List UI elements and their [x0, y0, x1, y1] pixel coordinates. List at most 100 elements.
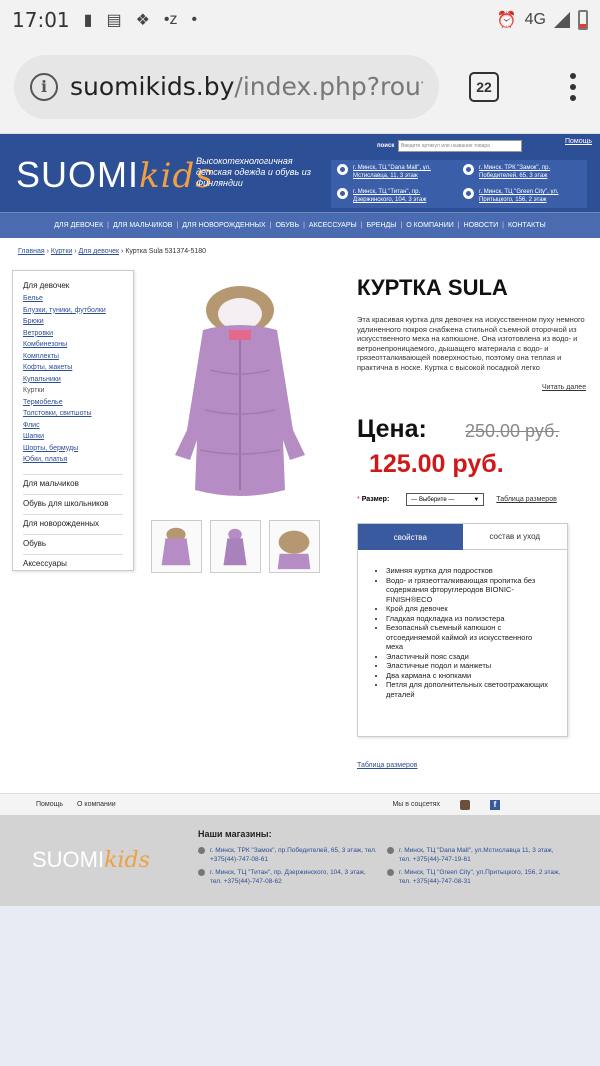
- footer-logo-text: SUOMI: [32, 847, 105, 872]
- size-select-value: — Выберите —: [411, 496, 455, 503]
- breadcrumb-current: Куртка Sula 531374-5180: [125, 248, 207, 255]
- sidebar-item-accessories[interactable]: Аксессуары: [23, 553, 123, 572]
- address-bar[interactable]: i suomikids.by/index.php?rout: [14, 54, 439, 119]
- tagline: Высокотехнологичная детская одежда и обу…: [196, 156, 311, 188]
- search-input[interactable]: Введите артикул или название товара: [398, 140, 522, 152]
- sale-price: 125.00 руб.: [369, 450, 504, 478]
- alert-icon: ▮: [83, 12, 93, 29]
- tab-switcher-button[interactable]: 22: [469, 71, 499, 102]
- category-sidebar: Для девочек Белье Блузки, туники, футбол…: [12, 270, 134, 571]
- notification-icons: ▮ ▤ ❖ •z •: [84, 10, 198, 30]
- sidebar-subitem[interactable]: Купальники: [23, 374, 123, 386]
- nav-news[interactable]: НОВОСТИ: [464, 222, 499, 229]
- sidebar-subitem[interactable]: Флис: [23, 420, 123, 432]
- required-marker: *: [357, 496, 360, 503]
- map-pin-icon: [198, 869, 205, 876]
- breadcrumb-jackets[interactable]: Куртки: [51, 248, 72, 255]
- sidebar-subitem[interactable]: Ветровки: [23, 328, 123, 340]
- sidebar-subitem[interactable]: Кофты, жакеты: [23, 362, 123, 374]
- main-content: Для девочек Белье Блузки, туники, футбол…: [0, 265, 600, 793]
- tab-properties[interactable]: свойства: [358, 524, 463, 550]
- list-item: Эластичные подол и манжеты: [386, 661, 551, 671]
- nav-contacts[interactable]: КОНТАКТЫ: [508, 222, 546, 229]
- product-thumbnail[interactable]: [269, 520, 320, 573]
- map-pin-icon: [337, 188, 348, 199]
- footer-logo[interactable]: SUOMIkids: [32, 847, 150, 873]
- sidebar-item-girls[interactable]: Для девочек: [23, 281, 123, 290]
- price-label: Цена:: [357, 415, 427, 443]
- sidebar-item-boys[interactable]: Для мальчиков: [23, 473, 123, 492]
- header-store-link[interactable]: г. Минск, ТЦ "Dana Mall", ул. Мстиславца…: [333, 164, 443, 180]
- footer-about-link[interactable]: О компании: [77, 801, 116, 808]
- battery-icon: [578, 10, 588, 30]
- nav-shoes[interactable]: ОБУВЬ: [275, 222, 299, 229]
- message-icon: ▤: [106, 12, 122, 29]
- facebook-icon[interactable]: f: [490, 799, 500, 810]
- app-icon: •z: [163, 11, 178, 28]
- network-type: 4G: [524, 11, 546, 28]
- read-more-link[interactable]: Читать далее: [542, 384, 586, 391]
- site-logo[interactable]: SUOMIkids: [16, 154, 214, 196]
- size-label: Размер:: [361, 496, 390, 503]
- sidebar-subitem[interactable]: Шорты, бермуды: [23, 443, 123, 455]
- nav-about[interactable]: О КОМПАНИИ: [406, 222, 453, 229]
- breadcrumb: Главная › Куртки › Для девочек › Куртка …: [18, 248, 207, 255]
- tab-composition-care[interactable]: состав и уход: [462, 524, 567, 550]
- header-store-link[interactable]: г. Минск, ТЦ "Green City", ул. Притыцког…: [459, 188, 569, 204]
- header-store-link[interactable]: г. Минск, ТЦ "Титан", пр. Дзержинского, …: [333, 188, 443, 204]
- sidebar-subitem[interactable]: Блузки, туники, футболки: [23, 305, 123, 317]
- web-page: SUOMIkids Высокотехнологичная детская од…: [0, 134, 600, 906]
- status-bar: 17:01 ▮ ▤ ❖ •z • ⏰ 4G: [0, 0, 600, 40]
- breadcrumb-girls[interactable]: Для девочек: [79, 248, 120, 255]
- signal-icon: [554, 12, 570, 28]
- instagram-icon[interactable]: [460, 799, 470, 810]
- nav-accessories[interactable]: АКСЕССУАРЫ: [309, 222, 357, 229]
- sidebar-subitem[interactable]: Шапки: [23, 431, 123, 443]
- footsteps-icon: ❖: [135, 12, 150, 29]
- sidebar-subitem[interactable]: Комплекты: [23, 351, 123, 363]
- list-item: Гладкая подкладка из полиэстера: [386, 614, 551, 624]
- help-link[interactable]: Помощь: [565, 138, 592, 145]
- nav-brands[interactable]: БРЕНДЫ: [367, 222, 397, 229]
- map-pin-icon: [463, 188, 474, 199]
- bottom-size-table-link[interactable]: Таблица размеров: [357, 762, 418, 769]
- sidebar-subitem[interactable]: Брюки: [23, 316, 123, 328]
- product-thumbnail[interactable]: [151, 520, 202, 573]
- footer-help-link[interactable]: Помощь: [36, 801, 63, 808]
- footer-store: г. Минск, ТРК "Замок", пр.Победителей, 6…: [198, 847, 378, 864]
- map-pin-icon: [463, 164, 474, 175]
- nav-boys[interactable]: ДЛЯ МАЛЬЧИКОВ: [113, 222, 172, 229]
- footer: SUOMIkids Наши магазины: г. Минск, ТРК "…: [0, 815, 600, 906]
- header-store-link[interactable]: г. Минск, ТРК "Замок", пр. Победителей, …: [459, 164, 569, 180]
- list-item: Водо- и грязеотталкивающая пропитка без …: [386, 576, 551, 605]
- sidebar-item-newborns[interactable]: Для новорожденных: [23, 513, 123, 532]
- nav-newborns[interactable]: ДЛЯ НОВОРОЖДЕННЫХ: [182, 222, 265, 229]
- sidebar-item-shoes[interactable]: Обувь: [23, 533, 123, 552]
- search-label: поиск: [377, 143, 395, 149]
- breadcrumb-home[interactable]: Главная: [18, 248, 45, 255]
- product-image[interactable]: [155, 280, 325, 505]
- map-pin-icon: [387, 869, 394, 876]
- footer-store: г. Минск, ТЦ "Dana Mall", ул.Мстиславца …: [387, 847, 567, 864]
- list-item: Петля для дополнительных светоотражающих…: [386, 680, 551, 699]
- product-thumbnail[interactable]: [210, 520, 261, 573]
- browser-menu-button[interactable]: [570, 72, 576, 101]
- product-tabs: свойства состав и уход Зимняя куртка для…: [357, 523, 568, 737]
- main-nav: ДЛЯ ДЕВОЧЕК | ДЛЯ МАЛЬЧИКОВ | ДЛЯ НОВОРОЖД…: [0, 212, 600, 238]
- size-table-link[interactable]: Таблица размеров: [496, 496, 557, 503]
- sidebar-subitem[interactable]: Толстовки, свитшоты: [23, 408, 123, 420]
- chevron-down-icon: ▼: [473, 496, 480, 503]
- size-select[interactable]: — Выберите — ▼: [406, 493, 485, 506]
- footer-store: г. Минск, ТЦ "Green City", ул.Притыцкого…: [387, 869, 567, 886]
- info-icon[interactable]: i: [30, 72, 58, 101]
- sidebar-subitem-active[interactable]: Куртки: [23, 385, 123, 397]
- sidebar-subitem[interactable]: Комбинезоны: [23, 339, 123, 351]
- social-links: Мы в соцсетях f: [392, 799, 514, 810]
- url-text[interactable]: suomikids.by/index.php?rout: [70, 72, 423, 101]
- sidebar-subitem[interactable]: Юбки, платья: [23, 454, 123, 466]
- nav-girls[interactable]: ДЛЯ ДЕВОЧЕК: [54, 222, 103, 229]
- list-item: Два кармана с кнопками: [386, 671, 551, 681]
- sidebar-item-school-shoes[interactable]: Обувь для школьников: [23, 493, 123, 512]
- sidebar-subitem[interactable]: Белье: [23, 293, 123, 305]
- sidebar-subitem[interactable]: Термобелье: [23, 397, 123, 409]
